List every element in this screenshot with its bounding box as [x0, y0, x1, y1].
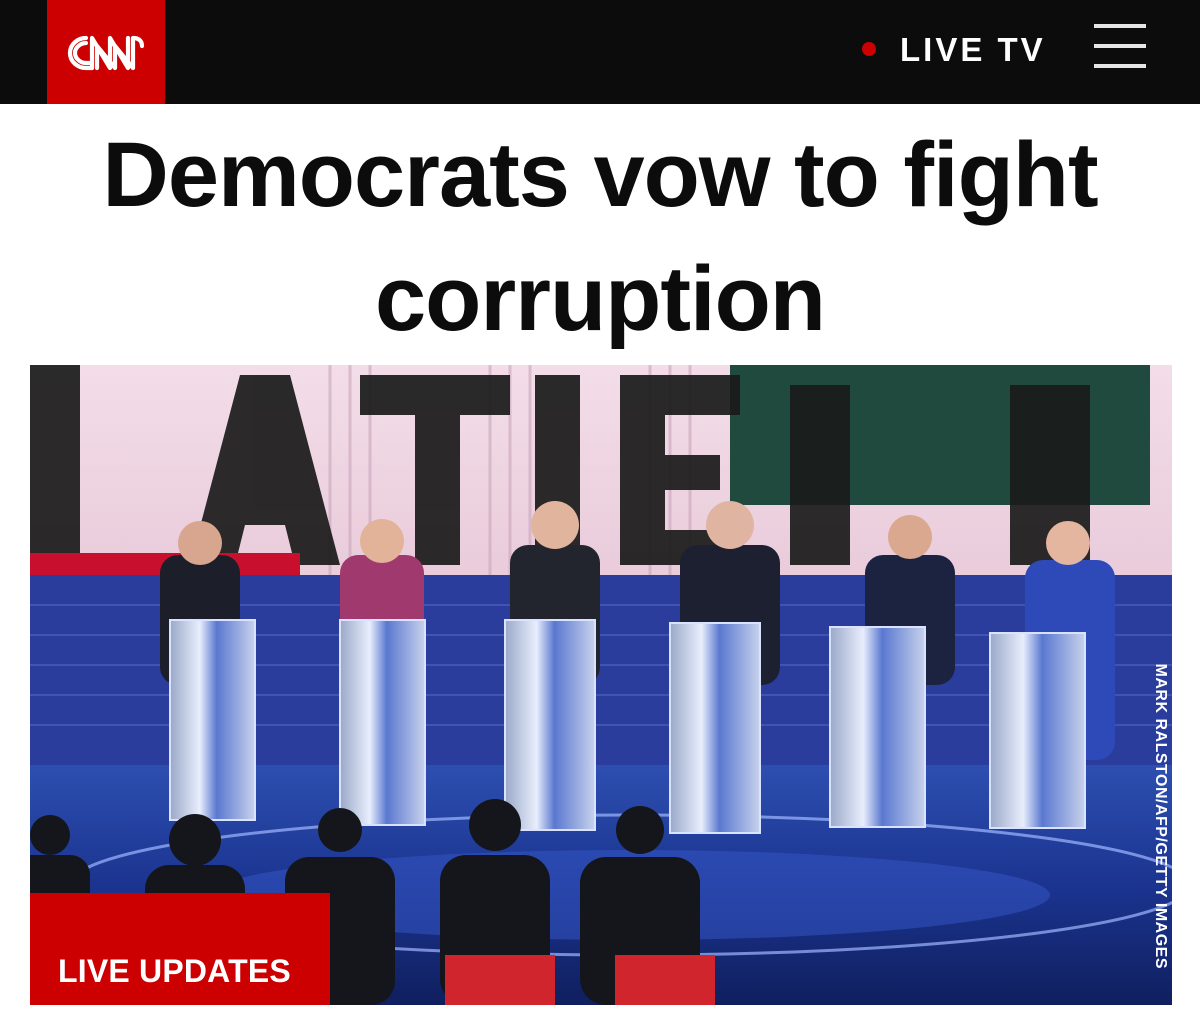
live-updates-badge[interactable]: LIVE UPDATES	[30, 893, 330, 1005]
cnn-logo[interactable]	[47, 0, 165, 104]
headline[interactable]: Democrats vow to fight corruption	[60, 113, 1140, 361]
live-tv-link[interactable]: LIVE TV	[900, 30, 1046, 70]
live-updates-label: LIVE UPDATES	[58, 953, 291, 989]
live-indicator-dot	[862, 42, 876, 56]
photo-credit: MARK RALSTON/AFP/GETTY IMAGES	[1152, 663, 1169, 969]
hero-image[interactable]: MARK RALSTON/AFP/GETTY IMAGES LIVE UPDAT…	[30, 365, 1172, 1005]
cnn-logo-icon	[67, 35, 145, 71]
hamburger-menu-icon[interactable]	[1094, 24, 1146, 70]
site-header: LIVE TV	[0, 0, 1200, 104]
